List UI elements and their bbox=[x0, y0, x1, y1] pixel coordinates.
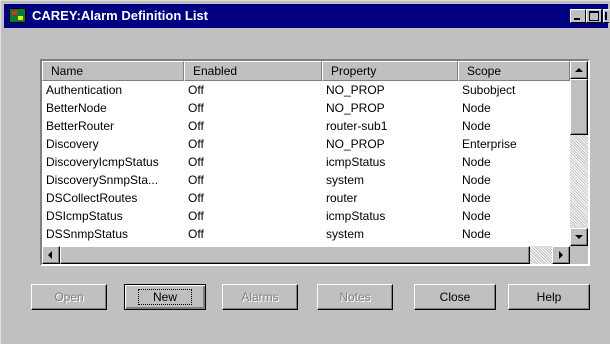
scroll-left-button[interactable] bbox=[42, 246, 60, 264]
cell-enabled: Off bbox=[188, 101, 204, 115]
scrollbar-corner bbox=[570, 246, 588, 264]
cell-property: router-sub1 bbox=[326, 119, 388, 133]
cell-scope: Node bbox=[462, 119, 491, 133]
help-button[interactable]: Help bbox=[508, 284, 590, 310]
cell-name: DSSnmpStatus bbox=[46, 227, 129, 241]
cell-property: NO_PROP bbox=[326, 83, 385, 97]
title-bar[interactable]: CAREY:Alarm Definition List bbox=[4, 4, 609, 28]
column-header-name[interactable]: Name bbox=[42, 61, 184, 81]
alarm-definition-list[interactable]: Name Enabled Property Scope Authenticati… bbox=[40, 59, 590, 266]
column-header-scope[interactable]: Scope bbox=[458, 61, 570, 81]
notes-button[interactable]: Notes bbox=[317, 284, 393, 310]
cell-scope: Node bbox=[462, 101, 491, 115]
close-button[interactable]: Close bbox=[414, 284, 496, 310]
column-header-property[interactable]: Property bbox=[322, 61, 458, 81]
cell-scope: Node bbox=[462, 209, 491, 223]
alarm-definition-window: CAREY:Alarm Definition List Name Enabled… bbox=[0, 0, 610, 344]
list-content: Name Enabled Property Scope Authenticati… bbox=[42, 61, 570, 246]
list-row[interactable]: DSSnmpStatus Off system Node bbox=[42, 225, 570, 243]
cell-scope: Node bbox=[462, 173, 491, 187]
app-icon[interactable] bbox=[9, 8, 26, 23]
arrow-right-icon bbox=[559, 251, 563, 259]
list-row[interactable]: Discovery Off NO_PROP Enterprise bbox=[42, 135, 570, 153]
cell-name: BetterNode bbox=[46, 101, 107, 115]
vertical-scroll-thumb[interactable] bbox=[570, 79, 588, 135]
scroll-up-button[interactable] bbox=[570, 61, 588, 79]
cell-enabled: Off bbox=[188, 119, 204, 133]
cell-name: DiscoverySnmpSta... bbox=[46, 173, 159, 187]
scroll-down-button[interactable] bbox=[570, 228, 588, 246]
arrow-down-icon bbox=[575, 235, 583, 239]
cell-scope: Subobject bbox=[462, 83, 516, 97]
cell-scope: Node bbox=[462, 155, 491, 169]
list-row[interactable]: Authentication Off NO_PROP Subobject bbox=[42, 81, 570, 99]
alarms-button[interactable]: Alarms bbox=[222, 284, 298, 310]
cell-property: icmpStatus bbox=[326, 209, 386, 223]
arrow-up-icon bbox=[575, 68, 583, 72]
cell-name: DiscoveryIcmpStatus bbox=[46, 155, 159, 169]
arrow-left-icon bbox=[48, 251, 52, 259]
cell-enabled: Off bbox=[188, 191, 204, 205]
list-row[interactable]: DSCollectRoutes Off router Node bbox=[42, 189, 570, 207]
close-window-button[interactable] bbox=[603, 9, 609, 23]
list-row[interactable]: BetterNode Off NO_PROP Node bbox=[42, 99, 570, 117]
list-header: Name Enabled Property Scope bbox=[42, 61, 570, 81]
cell-name: DSIcmpStatus bbox=[46, 209, 123, 223]
cell-enabled: Off bbox=[188, 227, 204, 241]
vertical-scrollbar[interactable] bbox=[570, 61, 588, 246]
cell-property: NO_PROP bbox=[326, 137, 385, 151]
list-row[interactable]: DSIcmpStatus Off icmpStatus Node bbox=[42, 207, 570, 225]
cell-name: DSCollectRoutes bbox=[46, 191, 138, 205]
scroll-right-button[interactable] bbox=[552, 246, 570, 264]
horizontal-scrollbar[interactable] bbox=[42, 246, 570, 264]
maximize-button[interactable] bbox=[586, 9, 602, 23]
new-button[interactable]: New bbox=[124, 284, 206, 310]
list-row[interactable]: DiscoverySnmpSta... Off system Node bbox=[42, 171, 570, 189]
cell-name: Discovery bbox=[46, 137, 99, 151]
cell-scope: Enterprise bbox=[462, 137, 517, 151]
cell-enabled: Off bbox=[188, 83, 204, 97]
open-button[interactable]: Open bbox=[31, 284, 107, 310]
cell-enabled: Off bbox=[188, 137, 204, 151]
minimize-button[interactable] bbox=[570, 9, 586, 23]
cell-property: NO_PROP bbox=[326, 101, 385, 115]
cell-property: icmpStatus bbox=[326, 155, 386, 169]
cell-scope: Node bbox=[462, 191, 491, 205]
cell-enabled: Off bbox=[188, 155, 204, 169]
column-header-enabled[interactable]: Enabled bbox=[184, 61, 322, 81]
list-row[interactable]: DiscoveryIcmpStatus Off icmpStatus Node bbox=[42, 153, 570, 171]
window-title: CAREY:Alarm Definition List bbox=[32, 8, 208, 23]
cell-property: router bbox=[326, 191, 358, 205]
new-button-label: New bbox=[137, 289, 193, 305]
cell-property: system bbox=[326, 227, 365, 241]
list-row[interactable]: BetterRouter Off router-sub1 Node bbox=[42, 117, 570, 135]
cell-enabled: Off bbox=[188, 209, 204, 223]
cell-scope: Node bbox=[462, 227, 491, 241]
cell-name: BetterRouter bbox=[46, 119, 115, 133]
cell-name: Authentication bbox=[46, 83, 123, 97]
cell-enabled: Off bbox=[188, 173, 204, 187]
cell-property: system bbox=[326, 173, 365, 187]
horizontal-scroll-thumb[interactable] bbox=[60, 246, 530, 264]
